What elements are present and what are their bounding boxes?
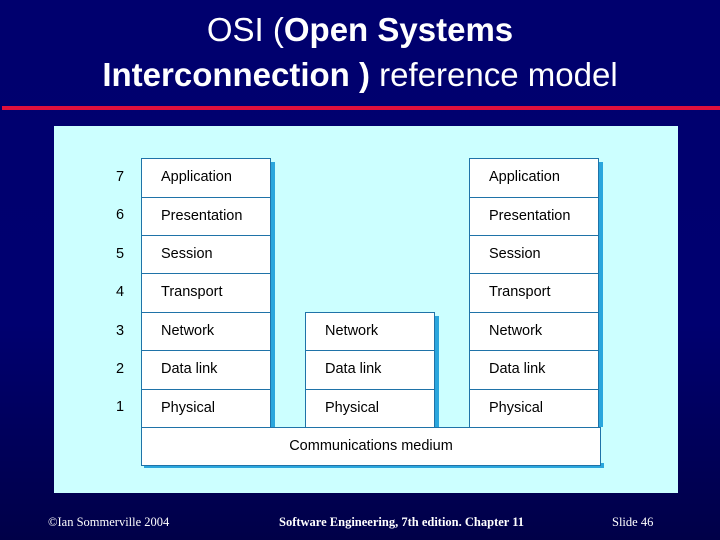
footer-slide-number: Slide 46 xyxy=(612,515,654,529)
title-text: OSI ( xyxy=(206,11,284,48)
stack-shadow xyxy=(599,162,603,427)
title-bold-text: Interconnection ) xyxy=(102,56,371,93)
communications-medium: Communications medium xyxy=(141,427,601,466)
layer-application: Application xyxy=(141,158,271,198)
layer-transport: Transport xyxy=(469,273,599,313)
layer-number: 7 xyxy=(115,169,125,185)
layer-network: Network xyxy=(305,311,435,352)
title-divider xyxy=(2,106,720,110)
title-bold-text: Open Systems xyxy=(283,11,514,48)
stack-shadow xyxy=(435,315,439,427)
slide-title-line-1: OSI (Open Systems xyxy=(0,10,720,50)
layer-number: 5 xyxy=(115,245,125,262)
layer-presentation: Presentation xyxy=(141,196,271,236)
layer-presentation: Presentation xyxy=(469,196,599,236)
layer-number: 6 xyxy=(115,207,125,224)
layer-physical: Physical xyxy=(305,388,435,428)
layer-number: 2 xyxy=(115,361,125,377)
layer-number: 3 xyxy=(115,322,125,339)
footer-book-title: Software Engineering, 7th edition. Chapt… xyxy=(279,515,525,529)
layer-physical: Physical xyxy=(141,388,271,428)
layer-network: Network xyxy=(141,311,271,352)
layer-number: 4 xyxy=(115,284,125,301)
stack-shadow xyxy=(271,162,275,427)
layer-data-link: Data link xyxy=(469,350,599,390)
layer-session: Session xyxy=(141,235,271,275)
layer-number: 1 xyxy=(115,399,125,416)
layer-network: Network xyxy=(469,311,599,352)
layer-application: Application xyxy=(469,158,599,198)
title-text: reference model xyxy=(370,56,618,93)
layer-session: Session xyxy=(469,235,599,275)
layer-physical: Physical xyxy=(469,388,599,428)
footer-copyright: ©Ian Sommerville 2004 xyxy=(48,515,170,529)
layer-data-link: Data link xyxy=(305,350,435,390)
layer-transport: Transport xyxy=(141,273,271,313)
layer-data-link: Data link xyxy=(141,350,271,390)
slide-title-line-2: Interconnection ) reference model xyxy=(0,55,720,95)
